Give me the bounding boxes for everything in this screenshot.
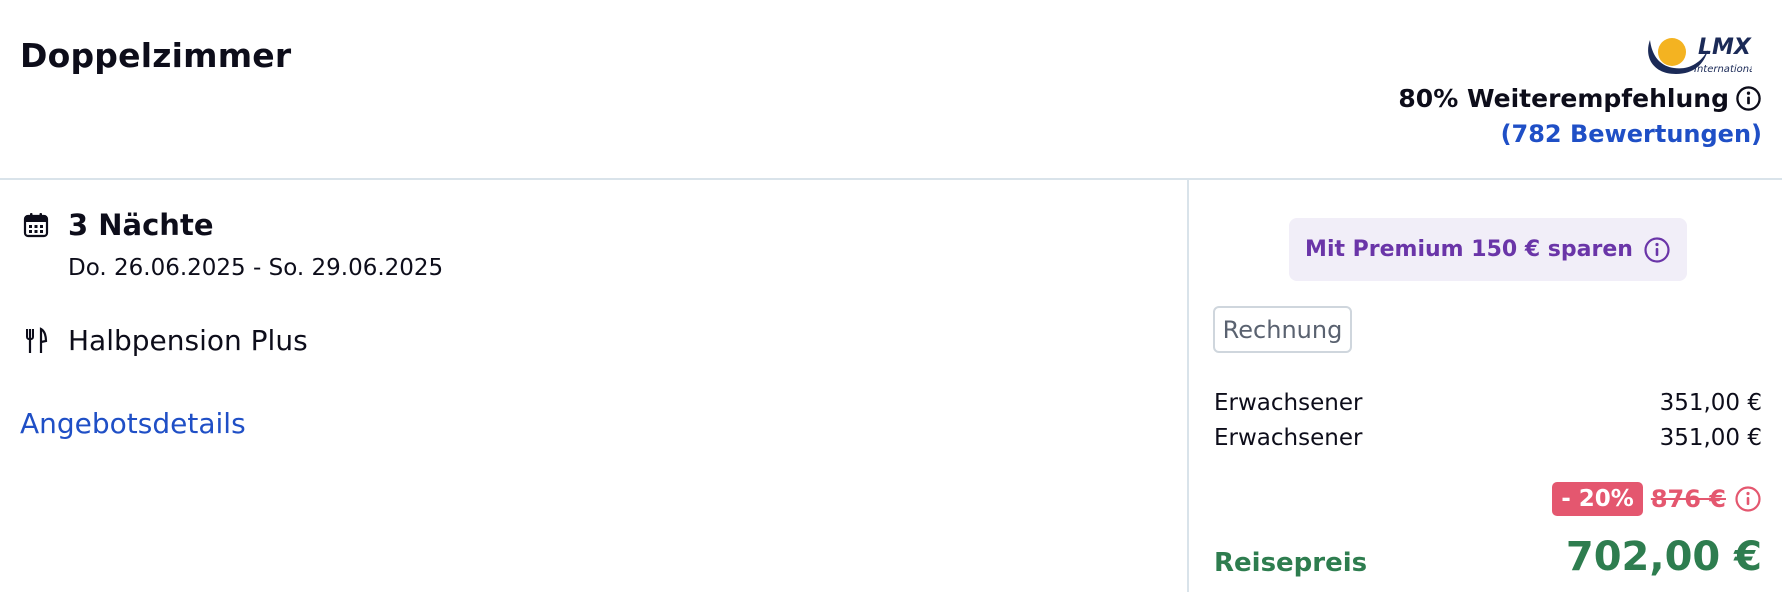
offer-details-link[interactable]: Angebotsdetails (20, 407, 246, 440)
traveller-price-row: Erwachsener 351,00 € (1214, 425, 1762, 451)
traveller-price: 351,00 € (1659, 425, 1762, 451)
discount-badge: - 20% (1552, 482, 1643, 516)
rating-block: LMX International 80% Weiterempfehlung (… (1342, 30, 1762, 155)
cutlery-icon (26, 327, 48, 353)
traveller-label: Erwachsener (1214, 425, 1363, 451)
info-icon[interactable] (1643, 236, 1671, 264)
logo-subtext: International (1694, 64, 1752, 75)
nights-count: 3 Nächte (68, 208, 214, 242)
total-label: Reisepreis (1214, 548, 1368, 578)
board-type: Halbpension Plus (68, 324, 308, 357)
old-price: 876 € (1650, 485, 1726, 513)
travel-dates: Do. 26.06.2025 - So. 29.06.2025 (68, 255, 444, 281)
premium-text: Mit Premium 150 € sparen (1305, 237, 1633, 262)
info-icon[interactable] (1735, 85, 1762, 112)
traveller-label: Erwachsener (1214, 390, 1363, 416)
traveller-price: 351,00 € (1659, 390, 1762, 416)
invoice-button[interactable]: Rechnung (1213, 306, 1352, 353)
discount-row: - 20% 876 € (1552, 482, 1762, 516)
recommendation: 80% Weiterempfehlung (1398, 84, 1762, 113)
logo-text: LMX (1698, 35, 1752, 60)
info-icon[interactable] (1734, 485, 1762, 513)
calendar-icon (23, 213, 49, 238)
total-price: 702,00 € (1565, 534, 1762, 580)
room-title: Doppelzimmer (20, 36, 292, 75)
lmx-logo: LMX International (1648, 35, 1752, 75)
traveller-price-row: Erwachsener 351,00 € (1214, 390, 1762, 416)
reviews-link[interactable]: (782 Bewertungen) (1501, 120, 1762, 148)
recommendation-text: 80% Weiterempfehlung (1398, 84, 1729, 113)
premium-savings-banner[interactable]: Mit Premium 150 € sparen (1289, 218, 1687, 281)
